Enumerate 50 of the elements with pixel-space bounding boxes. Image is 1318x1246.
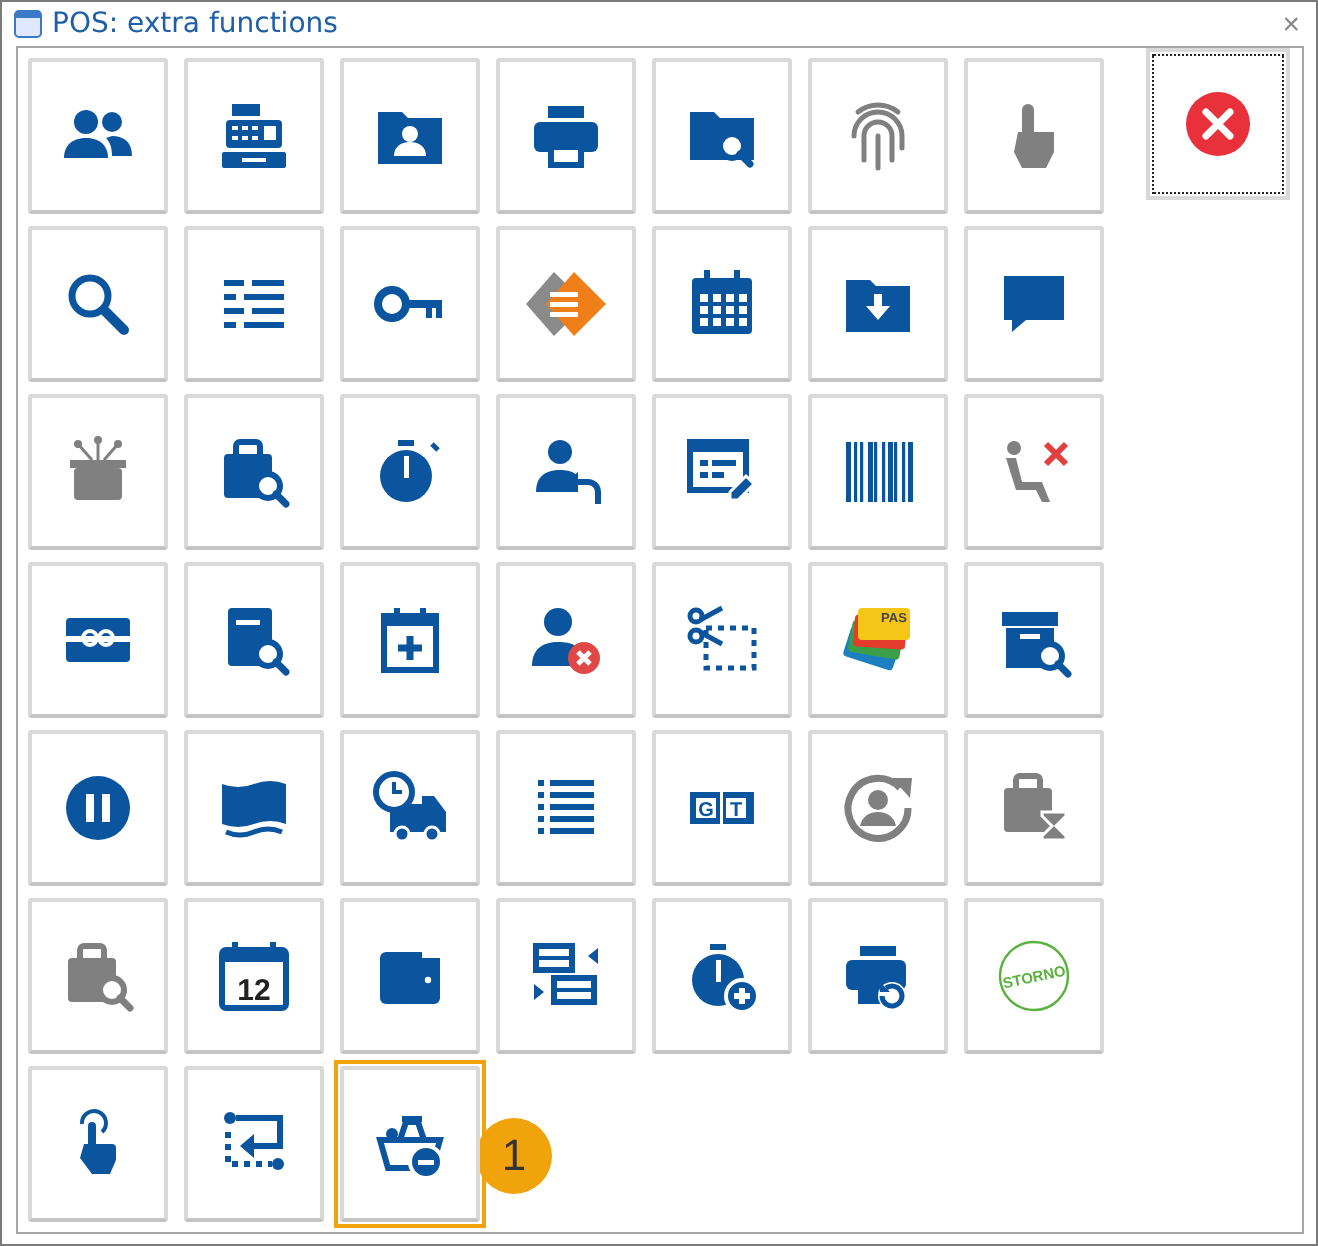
function-button[interactable] [22, 724, 174, 892]
function-button[interactable] [802, 892, 954, 1060]
function-button[interactable]: G T [646, 724, 798, 892]
function-button[interactable] [178, 388, 330, 556]
day-number: 12 [237, 974, 271, 1008]
function-button[interactable] [334, 892, 486, 1060]
function-button[interactable] [22, 388, 174, 556]
function-button[interactable] [334, 220, 486, 388]
function-button[interactable] [646, 388, 798, 556]
function-button[interactable] [646, 892, 798, 1060]
function-button[interactable] [334, 556, 486, 724]
function-button[interactable] [646, 52, 798, 220]
function-button[interactable] [958, 724, 1110, 892]
function-button[interactable] [802, 388, 954, 556]
function-button[interactable] [22, 220, 174, 388]
function-button[interactable] [490, 556, 642, 724]
function-button[interactable] [22, 556, 174, 724]
function-button[interactable] [958, 52, 1110, 220]
function-button[interactable] [958, 388, 1110, 556]
function-button[interactable] [178, 220, 330, 388]
function-button[interactable] [958, 220, 1110, 388]
function-button[interactable] [490, 724, 642, 892]
function-button[interactable] [178, 724, 330, 892]
function-button[interactable] [22, 892, 174, 1060]
function-button[interactable] [802, 724, 954, 892]
ticket-letter: T [729, 800, 743, 822]
function-button[interactable] [958, 556, 1110, 724]
close-button[interactable]: × [1278, 9, 1304, 39]
function-button[interactable] [802, 52, 954, 220]
function-button[interactable]: 12 [178, 892, 330, 1060]
function-button[interactable] [22, 1060, 174, 1228]
function-button[interactable] [646, 220, 798, 388]
function-button[interactable] [490, 388, 642, 556]
function-button[interactable] [334, 388, 486, 556]
function-button[interactable] [334, 1060, 486, 1228]
function-button[interactable] [490, 892, 642, 1060]
ticket-letter: G [698, 800, 714, 822]
cancel-button[interactable] [1146, 48, 1290, 200]
function-button[interactable] [490, 220, 642, 388]
function-button[interactable] [178, 556, 330, 724]
window-title: POS: extra functions [52, 8, 340, 40]
function-button[interactable] [334, 52, 486, 220]
function-button[interactable] [334, 724, 486, 892]
function-button[interactable] [802, 220, 954, 388]
window-icon [14, 10, 42, 38]
function-button[interactable] [178, 1060, 330, 1228]
function-button[interactable] [646, 556, 798, 724]
function-button[interactable] [490, 52, 642, 220]
function-button[interactable] [22, 52, 174, 220]
function-button[interactable] [178, 52, 330, 220]
